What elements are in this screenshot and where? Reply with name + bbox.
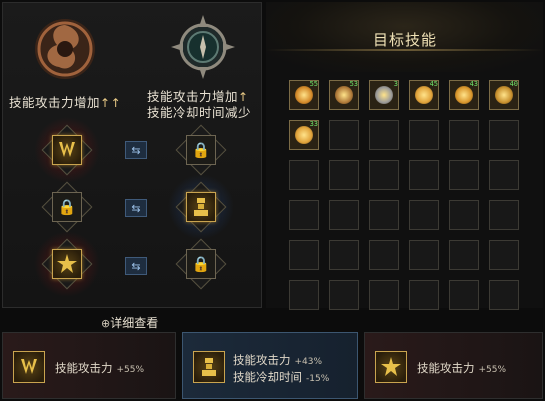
skill-icon <box>375 86 393 104</box>
rune-left-3[interactable] <box>52 249 82 279</box>
skill-slot-empty[interactable] <box>489 160 519 190</box>
skill-slot-empty[interactable] <box>329 200 359 230</box>
skill-slot-empty[interactable] <box>449 280 479 310</box>
skill-slot-empty[interactable] <box>289 280 319 310</box>
up-arrow-icon: ↑ <box>238 90 249 104</box>
up-arrow-icon: ↑ <box>100 96 111 110</box>
skill-slot-empty[interactable] <box>369 280 399 310</box>
skill-slot-empty[interactable] <box>289 160 319 190</box>
rune-swap-panel: 技能攻击力增加↑↑ 技能攻击力增加↑ 技能冷却时间减少 ⇆ 🔒 🔒 ⇆ ⇆ 🔒 <box>2 2 262 308</box>
skill-slot-empty[interactable] <box>289 240 319 270</box>
rune-right-3-locked[interactable]: 🔒 <box>186 249 216 279</box>
skill-slot-empty[interactable] <box>369 240 399 270</box>
swap-button[interactable]: ⇆ <box>125 257 147 275</box>
skill-slot-empty[interactable] <box>409 240 439 270</box>
swap-button[interactable]: ⇆ <box>125 141 147 159</box>
skill-slot-empty[interactable] <box>449 240 479 270</box>
skill-level: 45 <box>429 80 438 88</box>
star-rune-icon <box>57 254 77 273</box>
skill-slot-empty[interactable] <box>489 200 519 230</box>
rune-left-2-locked[interactable]: 🔒 <box>52 192 82 222</box>
bonus-card-2: 技能攻击力 +43% 技能冷却时间 -15% <box>182 332 358 399</box>
skill-slot-empty[interactable] <box>449 200 479 230</box>
skill-slot-empty[interactable] <box>409 200 439 230</box>
star-rune-icon <box>375 351 407 383</box>
skill-slot-filled[interactable]: 43 <box>449 80 479 110</box>
card3-stat: 技能攻击力 +55% <box>417 361 507 375</box>
skill-slot-empty[interactable] <box>489 240 519 270</box>
skill-icon <box>415 86 433 104</box>
skill-level: 43 <box>469 80 478 88</box>
left-bonus-label: 技能攻击力增加↑↑ <box>9 95 122 110</box>
skill-slot-empty[interactable] <box>329 280 359 310</box>
skill-level: 33 <box>309 120 318 128</box>
skill-icon <box>295 126 313 144</box>
claw-rune-icon <box>59 142 75 157</box>
skill-slot-filled[interactable]: 3 <box>369 80 399 110</box>
right-bonus-label-2: 技能冷却时间减少 <box>147 105 252 120</box>
rune-left-1[interactable] <box>52 135 82 165</box>
skill-level: 3 <box>393 80 398 88</box>
bonus-card-3: 技能攻击力 +55% <box>364 332 543 399</box>
totem-rune-icon <box>194 198 208 216</box>
skill-slot-filled[interactable]: 55 <box>289 80 319 110</box>
skill-slot-empty[interactable] <box>409 280 439 310</box>
skill-slot-filled[interactable]: 40 <box>489 80 519 110</box>
skill-slot-empty[interactable] <box>489 280 519 310</box>
skill-slot-empty[interactable] <box>489 120 519 150</box>
skill-slot-filled[interactable]: 53 <box>329 80 359 110</box>
swap-button[interactable]: ⇆ <box>125 199 147 217</box>
skill-icon <box>335 86 353 104</box>
detail-view-link[interactable]: ⊕详细查看 <box>101 314 158 331</box>
detail-view-label: 详细查看 <box>110 316 159 330</box>
right-bonus-label-1: 技能攻击力增加↑ <box>147 89 249 104</box>
magnifier-icon: ⊕ <box>101 317 111 330</box>
up-arrow-icon: ↑ <box>110 96 122 110</box>
skill-slot-empty[interactable] <box>329 160 359 190</box>
skill-slot-empty[interactable] <box>449 120 479 150</box>
skill-icon <box>295 86 313 104</box>
skill-slot-empty[interactable] <box>329 240 359 270</box>
skill-slot-empty[interactable] <box>369 200 399 230</box>
bonus-card-1: 技能攻击力 +55% <box>2 332 176 399</box>
skill-slot-filled[interactable]: 45 <box>409 80 439 110</box>
skill-slot-empty[interactable] <box>289 200 319 230</box>
skill-icon <box>455 86 473 104</box>
skill-slot-empty[interactable] <box>409 160 439 190</box>
rune-right-1-locked[interactable]: 🔒 <box>186 135 216 165</box>
skill-slot-empty[interactable] <box>369 120 399 150</box>
compass-emblem-icon <box>171 15 235 79</box>
card1-stat: 技能攻击力 +55% <box>55 361 145 375</box>
skill-slot-filled[interactable]: 33 <box>289 120 319 150</box>
skill-slot-empty[interactable] <box>329 120 359 150</box>
swirl-emblem-icon <box>35 19 95 79</box>
totem-rune-icon <box>193 351 225 383</box>
rune-right-2[interactable] <box>186 192 216 222</box>
lock-icon: 🔒 <box>191 254 211 273</box>
card2-stat-1: 技能攻击力 +43% <box>233 353 323 367</box>
skill-slot-empty[interactable] <box>449 160 479 190</box>
card2-stat-2: 技能冷却时间 -15% <box>233 370 330 384</box>
lock-icon: 🔒 <box>57 197 77 216</box>
claw-rune-icon <box>13 351 45 383</box>
skill-slot-empty[interactable] <box>369 160 399 190</box>
skill-slot-empty[interactable] <box>409 120 439 150</box>
skill-level: 53 <box>349 80 358 88</box>
skill-level: 40 <box>509 80 518 88</box>
target-skills-title: 目标技能 <box>372 31 437 49</box>
skill-icon <box>495 86 513 104</box>
skill-level: 55 <box>309 80 318 88</box>
lock-icon: 🔒 <box>191 140 211 159</box>
